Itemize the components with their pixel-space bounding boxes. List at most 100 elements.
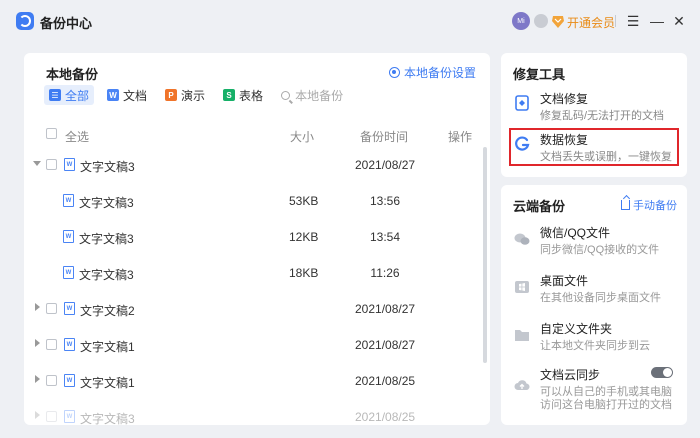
writer-doc-icon: W [64, 410, 75, 423]
desktop-files-title: 桌面文件 [540, 274, 589, 288]
writer-doc-icon: W [63, 230, 74, 243]
desktop-files-desc: 在其他设备同步桌面文件 [540, 292, 661, 304]
cloud-backup-card: 云端备份 手动备份 微信/QQ文件 同步微信/QQ接收的文件 桌面文件 在其他设… [501, 185, 687, 425]
document-repair-icon [515, 95, 529, 111]
table-row[interactable]: W 文字文稿3 53KB 13:56 [24, 183, 490, 219]
file-size: 12KB [289, 230, 319, 244]
settings-gear-icon [388, 67, 400, 78]
table-row[interactable]: W 文字文稿3 12KB 13:54 [24, 219, 490, 255]
table-row[interactable]: W 文字文稿3 18KB 11:26 [24, 255, 490, 291]
table-row[interactable]: W 文字文稿3 2021/08/27 [24, 147, 490, 183]
wechat-qq-files-item[interactable]: 微信/QQ文件 同步微信/QQ接收的文件 [509, 221, 681, 261]
table-row[interactable]: W 文字文稿3 2021/08/25 [24, 399, 490, 425]
local-backup-settings-link[interactable]: 本地备份设置 [388, 64, 476, 81]
backup-time: 2021/08/25 [355, 410, 416, 424]
filter-presentations-label: 演示 [181, 88, 206, 103]
chat-bubble-icon [514, 233, 530, 245]
select-all-checkbox[interactable] [46, 128, 57, 139]
all-files-icon: ☰ [49, 89, 61, 101]
backup-search-input[interactable]: 本地备份 [276, 85, 348, 105]
cloud-backup-title: 云端备份 [513, 199, 566, 214]
open-vip-link[interactable]: 开通会员 [567, 14, 615, 31]
backup-time: 2021/08/27 [355, 338, 416, 352]
file-name: 文字文稿3 [80, 412, 135, 425]
menu-button[interactable]: ☰ [624, 11, 642, 31]
filter-spreadsheets[interactable]: S 表格 [218, 85, 268, 105]
presentation-icon: P [165, 89, 178, 101]
backup-time: 2021/08/25 [355, 374, 416, 388]
writer-doc-icon: W [64, 302, 75, 315]
table-header: 全选 大小 备份时间 操作 [24, 123, 490, 147]
vip-crown-icon[interactable] [551, 13, 565, 29]
writer-doc-icon: W [63, 266, 74, 279]
table-row[interactable]: W 文字文稿1 2021/08/25 [24, 363, 490, 399]
filter-docs-label: 文档 [123, 88, 148, 103]
doc-cloud-sync-title: 文档云同步 [540, 368, 601, 382]
row-checkbox[interactable] [46, 411, 57, 422]
backup-time: 13:54 [369, 230, 401, 244]
file-name: 文字文稿3 [79, 196, 134, 210]
backup-time: 11:26 [370, 266, 400, 280]
desktop-files-item[interactable]: 桌面文件 在其他设备同步桌面文件 [509, 269, 681, 309]
doc-cloud-sync-toggle[interactable] [651, 367, 673, 378]
filter-docs[interactable]: W 文档 [102, 85, 152, 105]
filter-presentations[interactable]: P 演示 [160, 85, 210, 105]
writer-doc-icon: W [64, 374, 75, 387]
repair-tools-card: 修复工具 文档修复 修复乱码/无法打开的文档 数据恢复 文档丢失或误删，一键恢复 [501, 53, 687, 177]
expand-arrow-icon[interactable] [35, 339, 40, 347]
document-repair-desc: 修复乱码/无法打开的文档 [540, 110, 665, 122]
custom-folder-item[interactable]: 自定义文件夹 让本地文件夹同步到云 [509, 317, 681, 357]
doc-cloud-sync-desc-line2: 访问这台电脑打开过的文档 [540, 399, 672, 411]
doc-cloud-sync-item[interactable]: 文档云同步 可以从自己的手机或其电脑 访问这台电脑打开过的文档 [509, 363, 681, 411]
vip-level-badge-icon[interactable] [534, 14, 548, 28]
row-checkbox[interactable] [46, 303, 57, 314]
writer-doc-icon: W [64, 158, 75, 171]
action-column-header: 操作 [448, 130, 473, 144]
close-button[interactable]: ✕ [670, 11, 688, 31]
row-checkbox[interactable] [46, 339, 57, 350]
backup-time: 2021/08/27 [355, 302, 416, 316]
upload-icon [621, 200, 630, 210]
minimize-button[interactable]: — [648, 11, 666, 31]
manual-backup-label: 手动备份 [633, 200, 677, 212]
data-recovery-icon [515, 136, 530, 151]
writer-doc-icon: W [107, 89, 120, 101]
title-bar: 备份中心 Mi 开通会员 ☰ — ✕ [0, 0, 700, 42]
writer-doc-icon: W [63, 194, 74, 207]
collapse-arrow-icon[interactable] [33, 161, 41, 166]
file-name: 文字文稿3 [80, 160, 135, 174]
file-type-filters: ☰ 全部 W 文档 P 演示 S 表格 本地备份 [44, 84, 356, 106]
document-repair-tool[interactable]: 文档修复 修复乱码/无法打开的文档 [509, 87, 679, 125]
writer-doc-icon: W [64, 338, 75, 351]
backup-file-list: W 文字文稿3 2021/08/27 W 文字文稿3 53KB 13:56 W … [24, 147, 490, 425]
file-name: 文字文稿2 [80, 304, 135, 318]
file-name: 文字文稿3 [79, 268, 134, 282]
document-repair-title: 文档修复 [540, 92, 589, 106]
data-recovery-tool[interactable]: 数据恢复 文档丢失或误删，一键恢复 [509, 128, 679, 166]
data-recovery-title: 数据恢复 [540, 133, 589, 147]
file-size: 53KB [289, 194, 319, 208]
filter-all[interactable]: ☰ 全部 [44, 85, 95, 105]
row-checkbox[interactable] [46, 159, 57, 170]
row-checkbox[interactable] [46, 375, 57, 386]
wechat-qq-files-title: 微信/QQ文件 [540, 226, 611, 240]
cloud-upload-icon [514, 380, 530, 391]
file-size: 18KB [289, 266, 319, 280]
wechat-qq-files-desc: 同步微信/QQ接收的文件 [540, 244, 660, 256]
table-row[interactable]: W 文字文稿1 2021/08/27 [24, 327, 490, 363]
manual-backup-button[interactable]: 手动备份 [621, 197, 677, 213]
user-avatar[interactable]: Mi [512, 12, 530, 30]
settings-link-label: 本地备份设置 [403, 66, 476, 80]
titlebar-divider [615, 15, 616, 27]
expand-arrow-icon[interactable] [35, 411, 40, 419]
select-all-label: 全选 [65, 130, 90, 144]
table-row[interactable]: W 文字文稿2 2021/08/27 [24, 291, 490, 327]
search-icon [281, 90, 291, 100]
expand-arrow-icon[interactable] [35, 303, 40, 311]
expand-arrow-icon[interactable] [35, 375, 40, 383]
file-list-scrollbar[interactable] [483, 147, 487, 363]
app-title: 备份中心 [40, 16, 93, 31]
folder-icon [515, 330, 529, 341]
desktop-windows-icon [515, 281, 529, 293]
file-name: 文字文稿1 [80, 340, 135, 354]
